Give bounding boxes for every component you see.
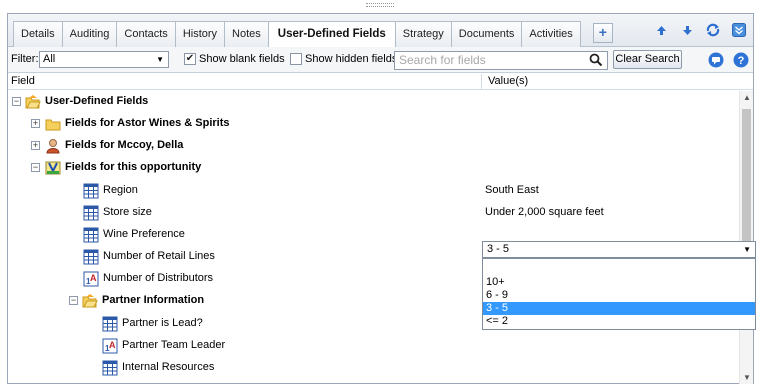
collapse-toggle-icon[interactable]: − xyxy=(69,296,78,305)
collapse-icon[interactable] xyxy=(731,22,747,38)
show-blank-fields-label: Show blank fields xyxy=(199,53,285,65)
checkbox-checked-icon: ✔ xyxy=(184,53,196,65)
vertical-scrollbar[interactable]: ▲ ▼ xyxy=(739,91,753,384)
folder-icon xyxy=(45,119,61,131)
fields-tree: − User-Defined Fields + Fields for Astor… xyxy=(8,91,738,384)
checkbox-unchecked-icon xyxy=(290,53,302,65)
svg-text:?: ? xyxy=(738,55,745,67)
person-icon xyxy=(46,139,60,154)
tab-activities[interactable]: Activities xyxy=(522,21,581,47)
dropdown-option-selected[interactable]: 3 - 5 xyxy=(483,302,755,315)
collapse-toggle-icon[interactable]: − xyxy=(31,163,40,172)
add-tab-button[interactable]: + xyxy=(592,23,613,43)
tree-node-mccoy[interactable]: + Fields for Mccoy, Della xyxy=(8,135,738,157)
table-icon xyxy=(83,205,99,221)
table-icon xyxy=(102,360,118,376)
search-input[interactable] xyxy=(395,52,575,68)
tree-node-astor[interactable]: + Fields for Astor Wines & Spirits xyxy=(8,113,738,135)
filter-select[interactable]: All ▼ xyxy=(39,51,169,68)
tab-notes[interactable]: Notes xyxy=(225,21,269,47)
field-label: Number of Distributors xyxy=(103,272,214,284)
field-label: Region xyxy=(103,184,138,196)
show-blank-fields-checkbox[interactable]: ✔ Show blank fields xyxy=(184,53,285,65)
field-value[interactable]: Under 2,000 square feet xyxy=(485,206,604,218)
show-hidden-fields-checkbox[interactable]: Show hidden fields xyxy=(290,53,397,65)
refresh-icon[interactable] xyxy=(705,22,721,38)
tree-node-opportunity[interactable]: − Fields for this opportunity xyxy=(8,157,738,179)
number-field-icon: 1A xyxy=(83,271,99,287)
filter-label: Filter: xyxy=(11,53,39,65)
tab-user-defined-fields[interactable]: User-Defined Fields xyxy=(268,21,396,48)
filter-bar-actions: ? xyxy=(708,52,749,71)
collapse-toggle-icon[interactable]: − xyxy=(12,97,21,106)
scroll-up-icon[interactable]: ▲ xyxy=(743,93,751,102)
chevron-down-icon: ▼ xyxy=(743,245,751,254)
field-row-region[interactable]: Region South East xyxy=(8,180,738,202)
chat-icon[interactable] xyxy=(708,52,724,71)
field-row-partner-team-leader[interactable]: 1A Partner Team Leader xyxy=(8,335,738,357)
filter-bar: Filter: All ▼ ✔ Show blank fields Show h… xyxy=(8,47,753,73)
column-header: Field Value(s) xyxy=(8,74,753,90)
resize-grip[interactable] xyxy=(366,3,394,7)
table-icon xyxy=(102,316,118,332)
table-icon xyxy=(83,249,99,265)
tree-node-label: Fields for this opportunity xyxy=(65,161,202,173)
tab-history[interactable]: History xyxy=(175,21,226,47)
tab-auditing[interactable]: Auditing xyxy=(62,21,118,47)
svg-text:A: A xyxy=(90,273,97,283)
tab-documents[interactable]: Documents xyxy=(451,21,523,47)
search-icon[interactable] xyxy=(589,53,603,70)
dropdown-option-blank[interactable] xyxy=(483,261,755,274)
open-folder-icon xyxy=(82,294,98,308)
retail-lines-select[interactable]: 3 - 5 ▼ xyxy=(482,241,756,258)
field-value[interactable]: South East xyxy=(485,184,539,196)
field-label: Partner is Lead? xyxy=(122,317,203,329)
open-folder-icon xyxy=(25,95,41,109)
tab-contacts[interactable]: Contacts xyxy=(117,21,176,47)
dropdown-option[interactable]: <= 2 xyxy=(483,315,755,328)
tab-bar-actions xyxy=(653,22,747,38)
opportunity-icon xyxy=(45,161,61,175)
help-icon[interactable]: ? xyxy=(733,52,749,71)
tree-node-label: User-Defined Fields xyxy=(45,95,149,107)
field-label: Wine Preference xyxy=(103,228,185,240)
field-label: Number of Retail Lines xyxy=(103,250,215,262)
retail-lines-options: 10+ 6 - 9 3 - 5 <= 2 xyxy=(482,258,756,330)
field-column-header[interactable]: Field xyxy=(11,75,35,87)
dropdown-option[interactable]: 6 - 9 xyxy=(483,289,755,302)
clear-search-button[interactable]: Clear Search xyxy=(613,50,682,69)
arrow-up-icon[interactable] xyxy=(653,22,669,38)
svg-text:A: A xyxy=(109,340,116,350)
number-field-icon: 1A xyxy=(102,338,118,354)
tree-node-label: Fields for Mccoy, Della xyxy=(65,139,184,151)
arrow-down-icon[interactable] xyxy=(679,22,695,38)
expand-toggle-icon[interactable]: + xyxy=(31,141,40,150)
values-column-header[interactable]: Value(s) xyxy=(488,75,528,87)
chevron-down-icon: ▼ xyxy=(156,55,164,64)
tab-details[interactable]: Details xyxy=(13,21,63,47)
expand-toggle-icon[interactable]: + xyxy=(31,119,40,128)
table-icon xyxy=(83,227,99,243)
search-field xyxy=(394,51,608,70)
show-hidden-fields-label: Show hidden fields xyxy=(305,53,398,65)
retail-lines-select-value: 3 - 5 xyxy=(487,243,510,255)
tab-strategy[interactable]: Strategy xyxy=(395,21,452,47)
tab-strip: Details Auditing Contacts History Notes … xyxy=(13,21,613,48)
dropdown-option[interactable]: 10+ xyxy=(483,276,755,289)
scroll-down-icon[interactable]: ▼ xyxy=(743,373,751,382)
field-label: Partner Team Leader xyxy=(122,339,226,351)
tree-node-root[interactable]: − User-Defined Fields xyxy=(8,91,738,113)
tree-node-label: Partner Information xyxy=(102,294,205,306)
field-row-store-size[interactable]: Store size Under 2,000 square feet xyxy=(8,202,738,224)
field-row-internal-resources[interactable]: Internal Resources xyxy=(8,357,738,379)
tree-node-label: Fields for Astor Wines & Spirits xyxy=(65,117,230,129)
filter-select-value: All xyxy=(43,53,56,65)
field-label: Store size xyxy=(103,206,152,218)
field-label: Internal Resources xyxy=(122,361,215,373)
column-divider[interactable] xyxy=(481,74,482,90)
tab-bar: Details Auditing Contacts History Notes … xyxy=(8,14,753,48)
table-icon xyxy=(83,183,99,199)
